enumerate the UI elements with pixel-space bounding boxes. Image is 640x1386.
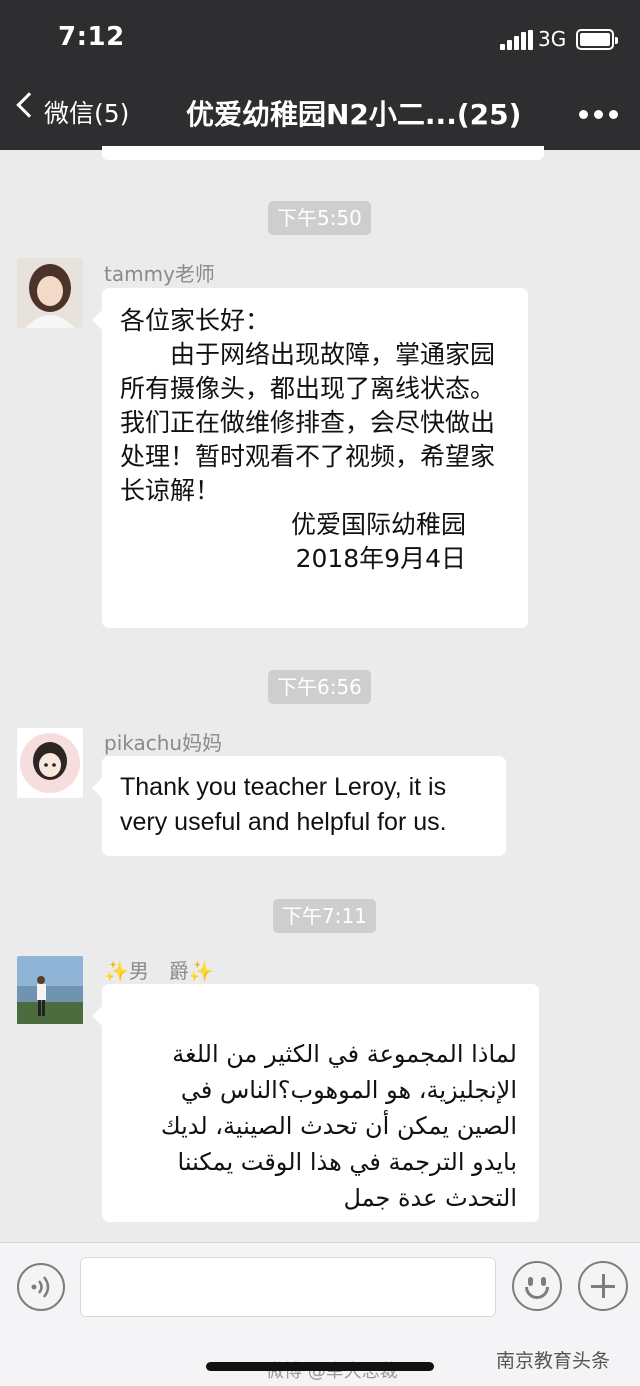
emoji-icon[interactable] <box>512 1261 562 1311</box>
message-bubble[interactable]: Thank you teacher Leroy, it is very usef… <box>92 756 506 856</box>
sender-name: tammy老师 <box>104 262 215 286</box>
message-input[interactable] <box>80 1257 496 1317</box>
input-bar: 微博 @幸大总裁 南京教育头条 <box>0 1242 640 1386</box>
back-arrow-icon[interactable] <box>16 92 42 118</box>
avatar-image <box>17 258 83 328</box>
chat-screen: 7:12 3G 微信(5) 优爱幼稚园N2小二...(25) 下午5:50 ta… <box>0 0 640 1386</box>
more-options-icon[interactable] <box>579 110 619 120</box>
sender-name: ✨男 爵✨ <box>104 959 214 983</box>
avatar[interactable] <box>17 258 83 328</box>
emoji-mouth <box>525 1287 549 1299</box>
add-icon[interactable] <box>578 1261 628 1311</box>
timestamp-chip: 下午6:56 <box>268 670 371 704</box>
network-label: 3G <box>538 27 567 51</box>
message-bubble[interactable]: 各位家长好： 由于网络出现故障，掌通家园所有摄像头，都出现了离线状态。我们正在做… <box>92 288 528 628</box>
emoji-eye <box>541 1277 546 1286</box>
message-text: 由于网络出现故障，掌通家园所有摄像头，都出现了离线状态。我们正在做维修排查，会尽… <box>120 340 496 505</box>
message-text: 优爱国际幼稚园 <box>290 510 466 539</box>
avatar[interactable] <box>17 728 83 798</box>
signal-icon <box>500 30 534 50</box>
sender-name: pikachu妈妈 <box>104 731 223 755</box>
message-bubble[interactable]: لماذا المجموعة في الكثير من اللغة الإنجل… <box>92 984 539 1222</box>
message-text: Thank you teacher Leroy, it is very usef… <box>120 773 447 836</box>
previous-message-bubble <box>102 146 544 160</box>
voice-icon[interactable] <box>17 1263 65 1311</box>
timestamp-chip: 下午5:50 <box>268 201 371 235</box>
avatar[interactable] <box>17 956 83 1026</box>
watermark-right: 南京教育头条 <box>496 1350 611 1372</box>
home-indicator[interactable] <box>206 1362 434 1371</box>
voice-waves-icon <box>31 1276 50 1298</box>
emoji-eye <box>528 1277 533 1286</box>
timestamp-chip: 下午7:11 <box>273 899 376 933</box>
message-text: 2018年9月4日 <box>295 544 466 573</box>
header: 7:12 3G 微信(5) 优爱幼稚园N2小二...(25) <box>0 0 640 150</box>
battery-icon <box>576 29 618 50</box>
status-time: 7:12 <box>58 22 125 52</box>
avatar-image <box>17 956 83 1024</box>
avatar-image <box>17 728 83 798</box>
message-text: لماذا المجموعة في الكثير من اللغة الإنجل… <box>160 1040 517 1212</box>
message-text: 各位家长好： <box>120 306 271 335</box>
chat-title: 优爱幼稚园N2小二...(25) <box>186 98 522 131</box>
back-button[interactable]: 微信(5) <box>44 94 129 130</box>
